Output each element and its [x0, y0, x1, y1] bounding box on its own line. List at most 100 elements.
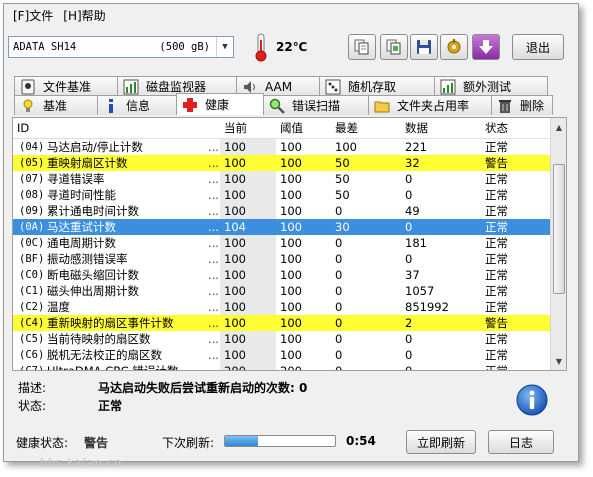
table-row[interactable]: (09) 累计通电时间计数... 100 100 0 49 正常 — [13, 203, 550, 219]
options-button[interactable] — [440, 34, 468, 60]
header-status[interactable]: 状态 — [481, 118, 541, 138]
table-row[interactable]: (C5) 当前待映射的扇区数... 100 100 0 0 正常 — [13, 331, 550, 347]
cell-data: 1057 — [405, 284, 435, 298]
table-row[interactable]: (C0) 断电磁头缩回计数... 100 100 0 37 正常 — [13, 267, 550, 283]
scroll-down-arrow-icon[interactable]: ▼ — [552, 353, 566, 369]
menu-help[interactable]: [H]帮助 — [58, 7, 110, 24]
cell-dots: ... — [208, 236, 219, 250]
tab-erase[interactable]: 删除 — [491, 95, 553, 115]
cell-data: 49 — [405, 204, 420, 218]
cell-current: 100 — [220, 155, 276, 171]
header-current[interactable]: 当前 — [220, 118, 276, 138]
tab-info[interactable]: 信息 — [97, 95, 177, 115]
tab-benchmark[interactable]: 基准 — [14, 95, 98, 115]
header-id[interactable]: ID — [13, 118, 220, 138]
cell-id: (C0) — [19, 269, 43, 281]
cell-current: 100 — [220, 283, 276, 299]
cell-current: 100 — [220, 347, 276, 363]
table-row[interactable]: (04) 马达启动/停止计数... 100 100 100 221 正常 — [13, 139, 550, 155]
scroll-up-arrow-icon[interactable]: ▲ — [552, 119, 566, 135]
cell-threshold: 100 — [280, 220, 302, 234]
cell-id: (C7) — [13, 363, 43, 370]
cell-worst: 0 — [335, 300, 343, 314]
table-row[interactable]: (07) 寻道错误率... 100 100 50 0 正常 — [13, 171, 550, 187]
table-row[interactable]: (C4) 重新映射的扇区事件计数... 100 100 0 2 警告 — [13, 315, 550, 331]
vertical-scrollbar[interactable]: ▲ ▼ — [550, 118, 566, 370]
cell-id: (BF) — [19, 253, 43, 265]
table-row[interactable]: (C7)UltraDMA CRC 错误计数...20020000正常 — [13, 363, 550, 370]
cell-threshold: 100 — [280, 156, 302, 170]
cell-id: (C6) — [19, 349, 43, 361]
tabs-row-top: 文件基准 磁盘监视器 AAM 随机存取 额外测试 — [14, 76, 548, 96]
table-row[interactable]: (05) 重映射扇区计数... 100 100 50 32 警告 — [13, 155, 550, 171]
tab-label: 随机存取 — [348, 80, 397, 94]
cell-name: 温度 — [47, 300, 70, 314]
chevron-down-icon[interactable]: ▼ — [216, 37, 233, 57]
magnifier-icon — [269, 98, 285, 114]
table-row[interactable]: (08) 寻道时间性能... 100 100 50 0 正常 — [13, 187, 550, 203]
header-data[interactable]: 数据 — [401, 118, 481, 138]
tab-extra-tests[interactable]: 额外测试 — [434, 76, 548, 96]
table-row[interactable]: (0A) 马达重试计数... 104 100 30 0 正常 — [13, 219, 550, 235]
exit-button[interactable]: 退出 — [512, 34, 564, 60]
cell-status: 正常 — [485, 252, 508, 266]
cell-worst: 0 — [335, 236, 343, 250]
cell-current: 100 — [220, 251, 276, 267]
folder-icon — [374, 101, 390, 112]
arrow-down-icon — [479, 40, 493, 54]
tab-file-benchmark[interactable]: 文件基准 — [14, 76, 118, 96]
tab-error-scan[interactable]: 错误扫描 — [263, 95, 369, 115]
tab-label: 文件夹占用率 — [397, 99, 470, 113]
table-row[interactable]: (C2) 温度... 100 100 0 851992 正常 — [13, 299, 550, 315]
tab-health[interactable]: 健康 — [176, 93, 264, 115]
tab-folder-usage[interactable]: 文件夹占用率 — [368, 95, 492, 115]
tab-random-access[interactable]: 随机存取 — [319, 76, 435, 96]
table-row[interactable]: (BF) 振动感测错误率... 100 100 0 0 正常 — [13, 251, 550, 267]
cell-name: 重映射扇区计数 — [47, 156, 128, 170]
cell-data: 0 — [405, 348, 413, 362]
cell-worst: 0 — [335, 316, 343, 330]
save-button[interactable] — [410, 34, 438, 60]
cell-id: (C1) — [19, 285, 43, 297]
table-row[interactable]: (C6) 脱机无法校正的扇区数... 100 100 0 0 正常 — [13, 347, 550, 363]
tab-label: 基准 — [43, 99, 68, 113]
cell-id: (C2) — [19, 301, 43, 313]
header-threshold[interactable]: 阈值 — [276, 118, 331, 138]
cell-data: 32 — [405, 156, 420, 170]
disk-monitor-icon — [123, 79, 139, 94]
download-button[interactable] — [472, 34, 500, 60]
cell-worst: 0 — [335, 284, 343, 298]
cell-dots: ... — [208, 204, 219, 218]
description-value: 马达启动失败后尝试重新启动的次数: 0 — [98, 381, 308, 395]
trash-icon — [499, 99, 511, 113]
tab-label: 健康 — [205, 98, 230, 112]
file-benchmark-icon — [21, 79, 35, 94]
refresh-now-button[interactable]: 立即刷新 — [406, 430, 476, 454]
table-row[interactable]: (C1) 磁头伸出周期计数... 100 100 0 1057 正常 — [13, 283, 550, 299]
cell-worst: 50 — [335, 188, 350, 202]
cell-current: 200 — [220, 363, 276, 370]
description-label: 描述: — [18, 381, 47, 395]
cell-name: 重新映射的扇区事件计数 — [47, 316, 174, 330]
menu-file[interactable]: [F]文件 — [8, 7, 58, 24]
header-worst[interactable]: 最差 — [331, 118, 401, 138]
cell-worst: 0 — [335, 332, 343, 346]
copy-screenshot-button[interactable] — [380, 34, 408, 60]
table-row[interactable]: (0C) 通电周期计数... 100 100 0 181 正常 — [13, 235, 550, 251]
log-button[interactable]: 日志 — [488, 430, 554, 454]
health-cross-icon — [183, 97, 197, 112]
smart-table-panel: ID 当前 阈值 最差 数据 状态 (04) 马达启动/停止计数... 100 100… — [12, 117, 567, 371]
info-icon — [516, 384, 548, 416]
cell-dots: ... — [208, 300, 219, 314]
scroll-thumb[interactable] — [553, 164, 565, 294]
cell-threshold: 100 — [280, 300, 302, 314]
tabs-row-bottom: 基准 信息 健康 错误扫描 文件夹占用率 删除 — [14, 93, 553, 115]
cell-name: 累计通电时间计数 — [47, 204, 139, 218]
copy-text-button[interactable] — [348, 34, 376, 60]
copy-icon — [354, 39, 369, 55]
cell-worst: 30 — [335, 220, 350, 234]
smart-attribute-table: ID 当前 阈值 最差 数据 状态 (04) 马达启动/停止计数... 100 100… — [13, 118, 550, 370]
disk-name: ADATA SH14 — [13, 41, 77, 53]
disk-selector[interactable]: ADATA SH14 (500 gB) ▼ — [8, 36, 234, 58]
floppy-disk-icon — [417, 40, 431, 54]
